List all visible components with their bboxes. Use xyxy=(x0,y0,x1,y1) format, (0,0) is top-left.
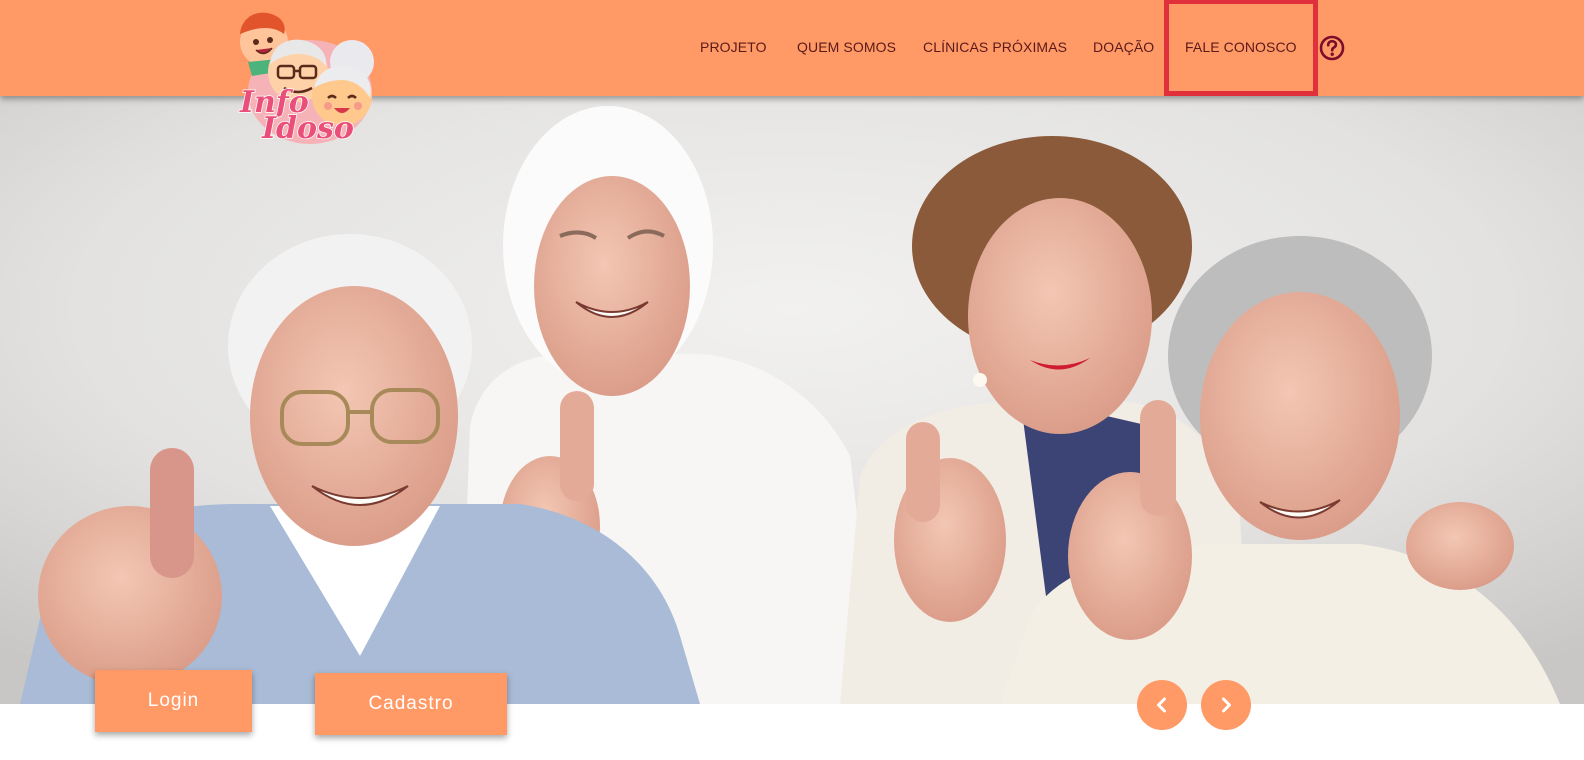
cadastro-button[interactable]: Cadastro xyxy=(315,673,507,735)
chevron-left-icon xyxy=(1157,697,1166,713)
hero-image xyxy=(0,96,1584,704)
question-circle-icon[interactable] xyxy=(1319,35,1345,61)
chevron-right-icon xyxy=(1222,697,1231,713)
nav-item-clinicas-proximas[interactable]: CLÍNICAS PRÓXIMAS xyxy=(923,0,1067,96)
page: PROJETO QUEM SOMOS CLÍNICAS PRÓXIMAS DOA… xyxy=(0,0,1584,760)
logo-text-idoso: Idoso xyxy=(261,111,354,146)
info-idoso-logo[interactable]: Info Idoso xyxy=(218,4,388,150)
nav-item-fale-conosco[interactable]: FALE CONOSCO xyxy=(1164,0,1318,96)
carousel-prev-button[interactable] xyxy=(1137,680,1187,730)
nav-item-doacao[interactable]: DOAÇÃO xyxy=(1093,0,1154,96)
login-button[interactable]: Login xyxy=(95,670,252,732)
nav-item-quem-somos[interactable]: QUEM SOMOS xyxy=(797,0,896,96)
nav-item-projeto[interactable]: PROJETO xyxy=(700,0,767,96)
carousel-next-button[interactable] xyxy=(1201,680,1251,730)
